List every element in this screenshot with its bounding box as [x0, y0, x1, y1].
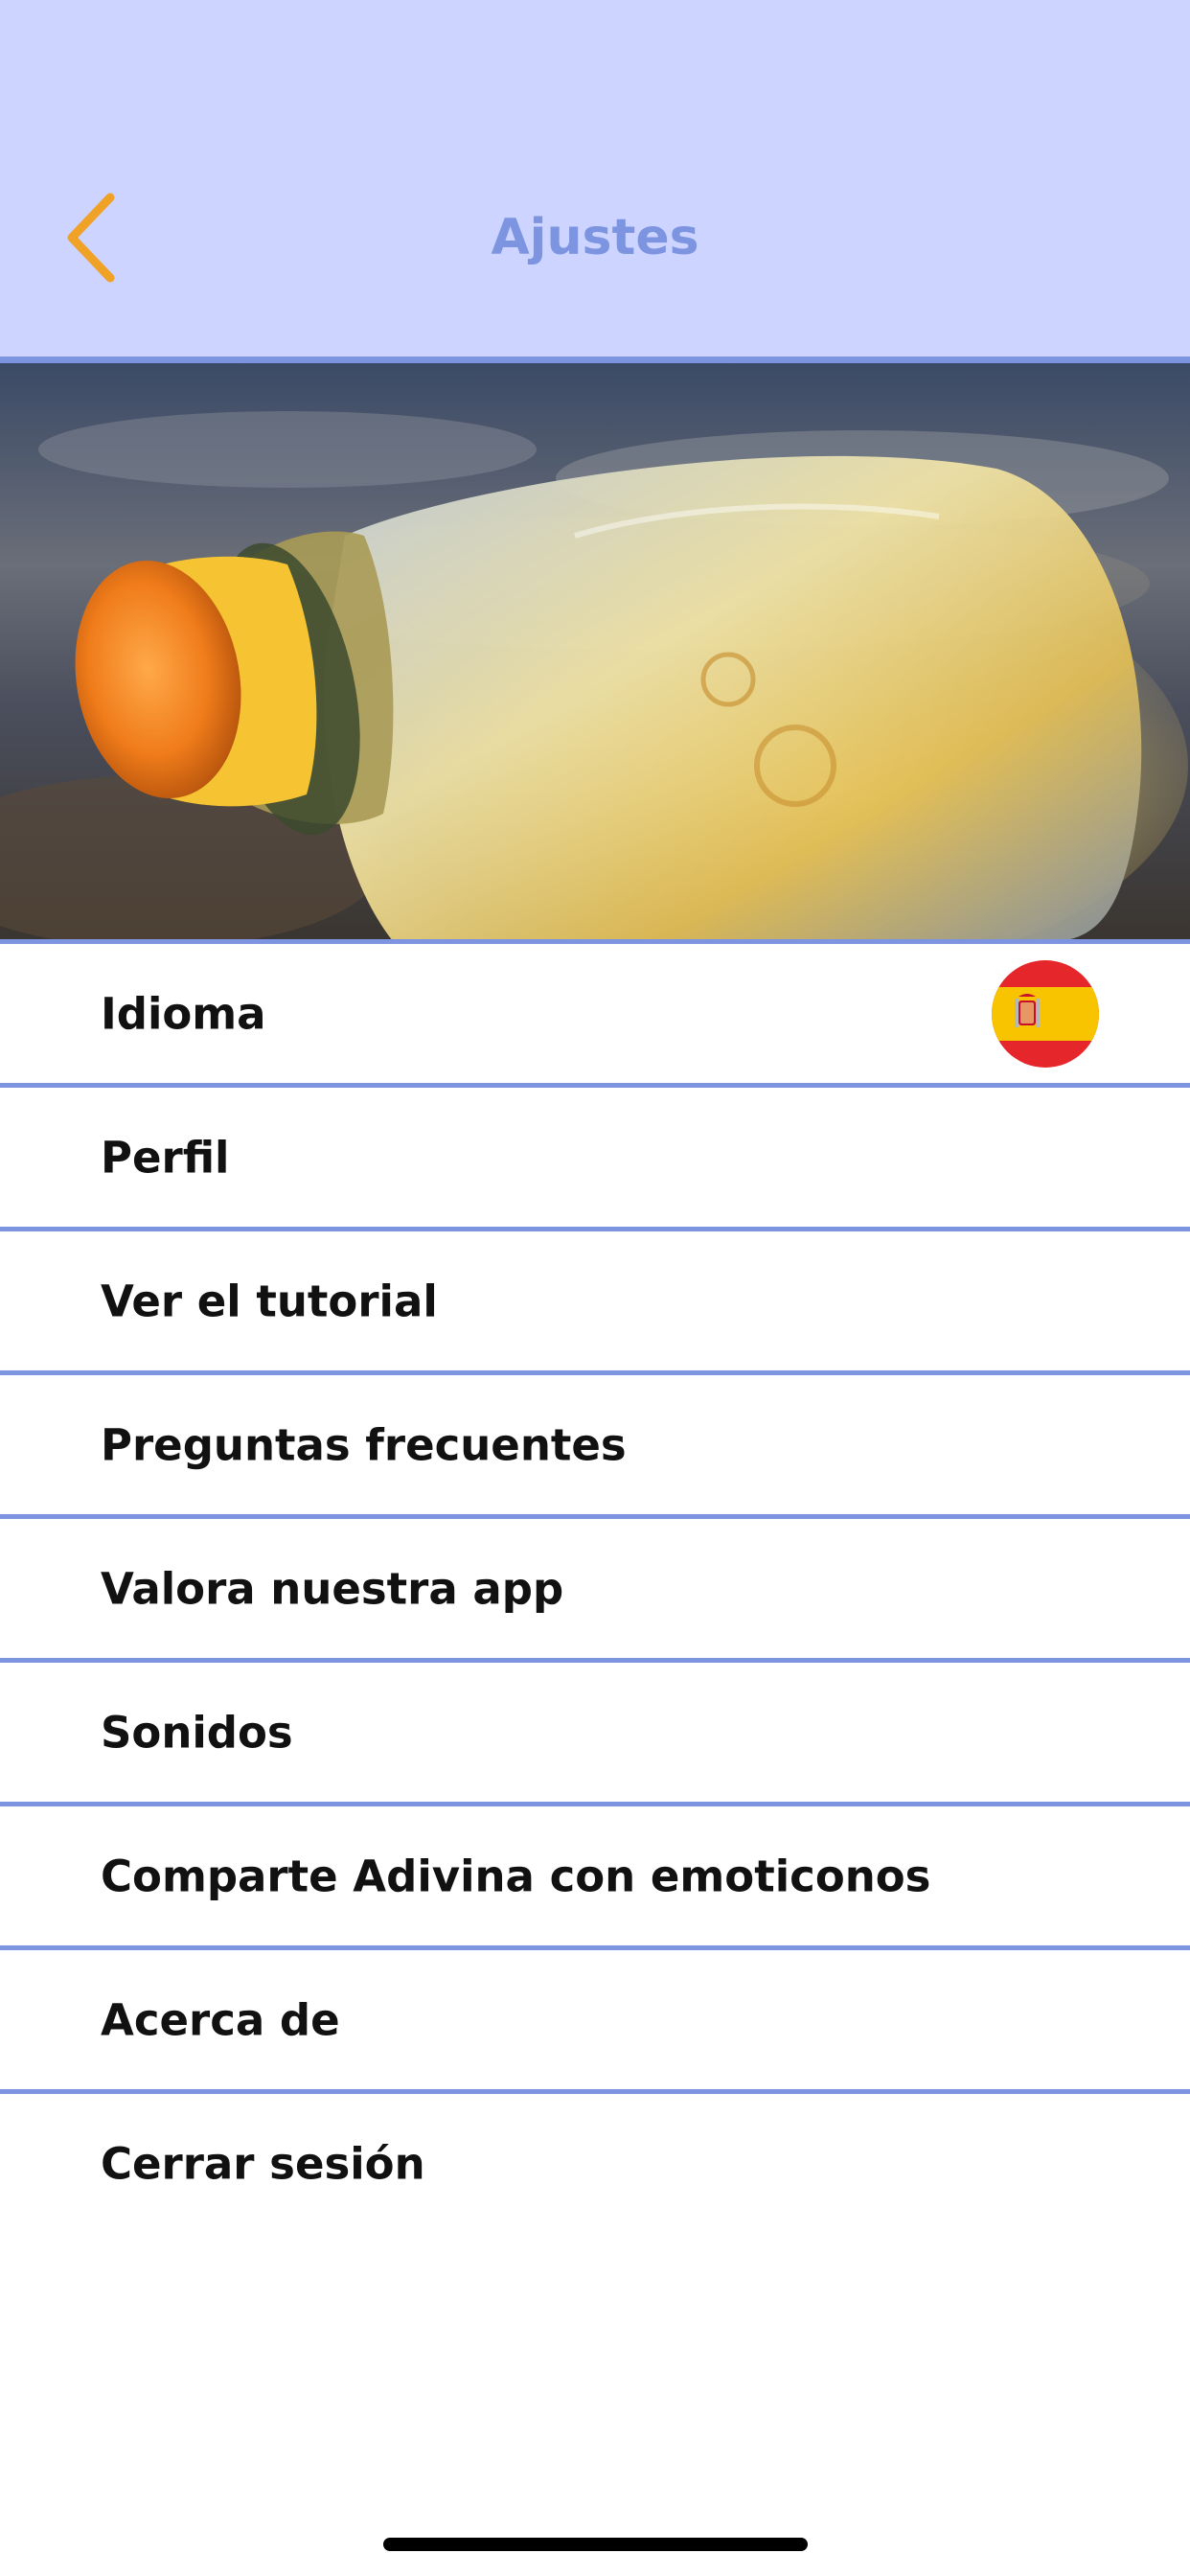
menu-item-share[interactable]: Comparte Adivina con emoticonos	[0, 1806, 1190, 1950]
menu-item-rate-app[interactable]: Valora nuestra app	[0, 1519, 1190, 1663]
settings-list: Idioma Perfil Ver el tutorial Preguntas …	[0, 944, 1190, 2233]
menu-item-label: Comparte Adivina con emoticonos	[101, 1851, 931, 1901]
menu-item-label: Cerrar sesión	[101, 2138, 425, 2189]
menu-item-label: Idioma	[101, 988, 266, 1039]
menu-item-tutorial[interactable]: Ver el tutorial	[0, 1231, 1190, 1375]
menu-item-profile[interactable]: Perfil	[0, 1088, 1190, 1231]
menu-item-sounds[interactable]: Sonidos	[0, 1663, 1190, 1806]
home-indicator[interactable]	[383, 2538, 808, 2551]
menu-item-label: Preguntas frecuentes	[101, 1419, 627, 1470]
top-bar: Ajustes	[0, 0, 1190, 356]
menu-item-label: Sonidos	[101, 1707, 293, 1758]
menu-item-label: Ver el tutorial	[101, 1276, 438, 1326]
menu-item-label: Perfil	[101, 1132, 230, 1183]
menu-item-language[interactable]: Idioma	[0, 944, 1190, 1088]
page-title: Ajustes	[491, 209, 699, 266]
spain-flag-icon	[992, 959, 1099, 1068]
menu-item-faq[interactable]: Preguntas frecuentes	[0, 1375, 1190, 1519]
header-divider	[0, 356, 1190, 363]
menu-item-logout[interactable]: Cerrar sesión	[0, 2094, 1190, 2233]
menu-item-about[interactable]: Acerca de	[0, 1950, 1190, 2094]
hero-image	[0, 363, 1190, 941]
menu-item-label: Valora nuestra app	[101, 1563, 564, 1614]
menu-item-label: Acerca de	[101, 1994, 340, 2045]
